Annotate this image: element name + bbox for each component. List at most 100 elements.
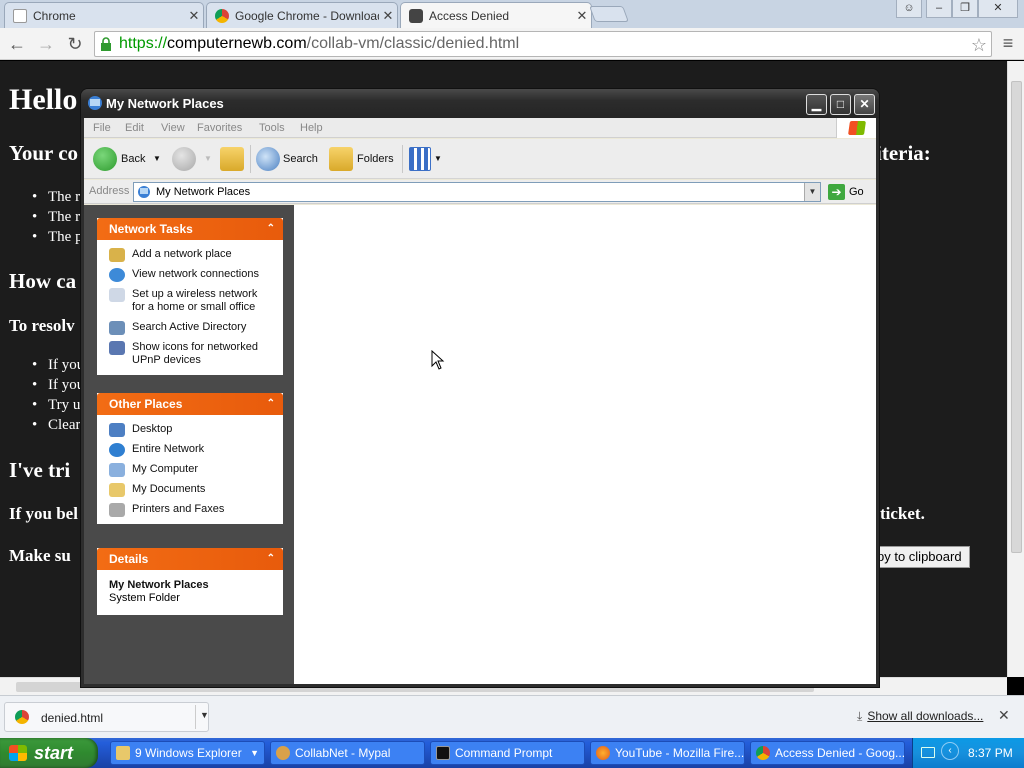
chrome-menu-icon[interactable]: ≡ bbox=[998, 32, 1018, 54]
tab-chrome-download[interactable]: Google Chrome - Download t ✕ bbox=[206, 2, 398, 28]
profile-icon[interactable]: ☺ bbox=[896, 0, 922, 18]
panel-header[interactable]: Details ⌃ bbox=[97, 548, 283, 570]
tab-chrome[interactable]: Chrome ✕ bbox=[4, 2, 204, 28]
chevron-down-icon: ▼ bbox=[204, 154, 212, 163]
new-tab-button[interactable] bbox=[589, 6, 629, 22]
details-panel: Details ⌃ My Network Places System Folde… bbox=[97, 548, 283, 615]
download-item[interactable]: denied.html ▼ bbox=[4, 702, 209, 732]
minimize-button[interactable]: – bbox=[926, 0, 952, 18]
desktop-link[interactable]: Desktop bbox=[109, 423, 277, 437]
address-bar[interactable]: https://computernewb.com/collab-vm/class… bbox=[94, 31, 992, 57]
menu-favorites[interactable]: Favorites bbox=[197, 122, 242, 134]
other-places-panel: Other Places ⌃ Desktop Entire Network My… bbox=[97, 393, 283, 524]
menu-edit[interactable]: Edit bbox=[125, 122, 144, 134]
details-type: System Folder bbox=[109, 592, 180, 604]
search-active-directory-link[interactable]: Search Active Directory bbox=[109, 321, 277, 335]
start-button[interactable]: start bbox=[0, 738, 98, 768]
menu-file[interactable]: File bbox=[93, 122, 111, 134]
printers-faxes-link[interactable]: Printers and Faxes bbox=[109, 503, 277, 517]
url-host: computernewb.com bbox=[167, 35, 307, 52]
chevron-down-icon[interactable]: ▼ bbox=[434, 147, 442, 171]
chevron-down-icon[interactable]: ▼ bbox=[804, 183, 820, 201]
system-tray: ‹ 8:37 PM bbox=[912, 738, 1024, 768]
panel-header[interactable]: Other Places ⌃ bbox=[97, 393, 283, 415]
window-titlebar[interactable]: My Network Places ▁ □ ✕ bbox=[81, 89, 879, 118]
forward-arrow-icon[interactable]: → bbox=[34, 32, 58, 56]
up-folder-icon[interactable] bbox=[220, 147, 244, 171]
places-list: Desktop Entire Network My Computer My Do… bbox=[97, 415, 283, 524]
taskbar-button-label: 9 Windows Explorer bbox=[135, 746, 242, 760]
lock-icon bbox=[101, 37, 111, 51]
show-all-downloads-link[interactable]: ⤓ Show all downloads... bbox=[857, 709, 983, 724]
add-network-place-link[interactable]: Add a network place bbox=[109, 248, 277, 262]
close-icon[interactable]: ✕ bbox=[998, 707, 1010, 724]
view-network-connections-link[interactable]: View network connections bbox=[109, 268, 277, 282]
my-computer-link[interactable]: My Computer bbox=[109, 463, 277, 477]
folder-content-area[interactable] bbox=[294, 205, 876, 684]
close-icon[interactable]: ✕ bbox=[379, 8, 397, 24]
taskbar-command-prompt[interactable]: Command Prompt bbox=[430, 741, 585, 765]
show-upnp-icons-link[interactable]: Show icons for networked UPnP devices bbox=[109, 341, 259, 367]
panel-header[interactable]: Network Tasks ⌃ bbox=[97, 218, 283, 240]
taskbar-windows-explorer[interactable]: 9 Windows Explorer ▼ bbox=[110, 741, 265, 765]
add-network-place-icon bbox=[109, 248, 125, 262]
cmd-icon bbox=[436, 746, 450, 760]
place-label: My Documents bbox=[132, 483, 206, 495]
network-connections-icon bbox=[109, 268, 125, 282]
scrollbar-thumb[interactable] bbox=[1011, 81, 1022, 553]
back-arrow-icon[interactable] bbox=[93, 147, 117, 171]
panel-title: Other Places bbox=[109, 397, 183, 411]
taskbar: start 9 Windows Explorer ▼ CollabNet - M… bbox=[0, 738, 1024, 768]
entire-network-link[interactable]: Entire Network bbox=[109, 443, 277, 457]
chevron-down-icon[interactable]: ▼ bbox=[153, 147, 161, 171]
chrome-icon bbox=[15, 710, 29, 724]
maximize-button[interactable]: □ bbox=[830, 94, 851, 115]
taskbar-youtube-firefox[interactable]: YouTube - Mozilla Fire... bbox=[590, 741, 745, 765]
collapse-chevron-icon[interactable]: ⌃ bbox=[267, 548, 275, 570]
close-button[interactable]: ✕ bbox=[854, 94, 875, 115]
collapse-chevron-icon[interactable]: ⌃ bbox=[267, 218, 275, 240]
close-window-button[interactable]: ✕ bbox=[978, 0, 1018, 18]
chevron-down-icon[interactable]: ▼ bbox=[200, 710, 209, 720]
task-list: Add a network place View network connect… bbox=[97, 240, 283, 375]
how-heading: How ca bbox=[9, 269, 77, 293]
vertical-scrollbar[interactable] bbox=[1007, 61, 1024, 677]
address-field[interactable]: My Network Places ▼ bbox=[133, 182, 821, 202]
close-icon[interactable]: ✕ bbox=[573, 8, 591, 24]
show-hidden-icons-icon[interactable]: ‹ bbox=[941, 742, 959, 760]
folders-icon[interactable] bbox=[329, 147, 353, 171]
close-icon[interactable]: ✕ bbox=[185, 8, 203, 24]
collapse-chevron-icon[interactable]: ⌃ bbox=[267, 393, 275, 415]
go-button[interactable]: ➔ Go bbox=[826, 182, 872, 202]
window-body: File Edit View Favorites Tools Help Back… bbox=[84, 118, 876, 684]
panel-title: Details bbox=[109, 552, 149, 566]
place-label: My Computer bbox=[132, 463, 199, 475]
tried-heading: I've tri bbox=[9, 458, 71, 482]
url-path: /collab-vm/classic/denied.html bbox=[306, 35, 520, 52]
tab-access-denied[interactable]: Access Denied ✕ bbox=[400, 2, 592, 29]
search-icon[interactable] bbox=[256, 147, 280, 171]
bookmark-star-icon[interactable]: ☆ bbox=[971, 33, 987, 57]
menu-view[interactable]: View bbox=[161, 122, 185, 134]
back-arrow-icon[interactable]: ← bbox=[5, 32, 29, 56]
forward-arrow-icon[interactable] bbox=[172, 147, 196, 171]
views-icon[interactable] bbox=[409, 147, 431, 171]
taskbar-button-label: YouTube - Mozilla Fire... bbox=[615, 746, 745, 760]
setup-wireless-link[interactable]: Set up a wireless network for a home or … bbox=[109, 288, 259, 314]
tab-title: Access Denied bbox=[429, 9, 510, 23]
folders-button[interactable]: Folders bbox=[357, 147, 394, 171]
my-documents-link[interactable]: My Documents bbox=[109, 483, 277, 497]
taskbar-button-label: Access Denied - Goog... bbox=[775, 746, 905, 760]
taskbar-collabnet[interactable]: CollabNet - Mypal bbox=[270, 741, 425, 765]
search-button[interactable]: Search bbox=[283, 147, 318, 171]
back-button[interactable]: Back bbox=[121, 147, 145, 171]
reload-icon[interactable]: ↻ bbox=[63, 32, 87, 56]
keyboard-icon[interactable] bbox=[921, 747, 935, 758]
minimize-button[interactable]: ▁ bbox=[806, 94, 827, 115]
clock[interactable]: 8:37 PM bbox=[968, 746, 1013, 760]
restore-button[interactable]: ❐ bbox=[952, 0, 978, 18]
menu-help[interactable]: Help bbox=[300, 122, 323, 134]
chrome-icon bbox=[215, 8, 229, 23]
menu-tools[interactable]: Tools bbox=[259, 122, 285, 134]
taskbar-access-denied-chrome[interactable]: Access Denied - Goog... bbox=[750, 741, 905, 765]
